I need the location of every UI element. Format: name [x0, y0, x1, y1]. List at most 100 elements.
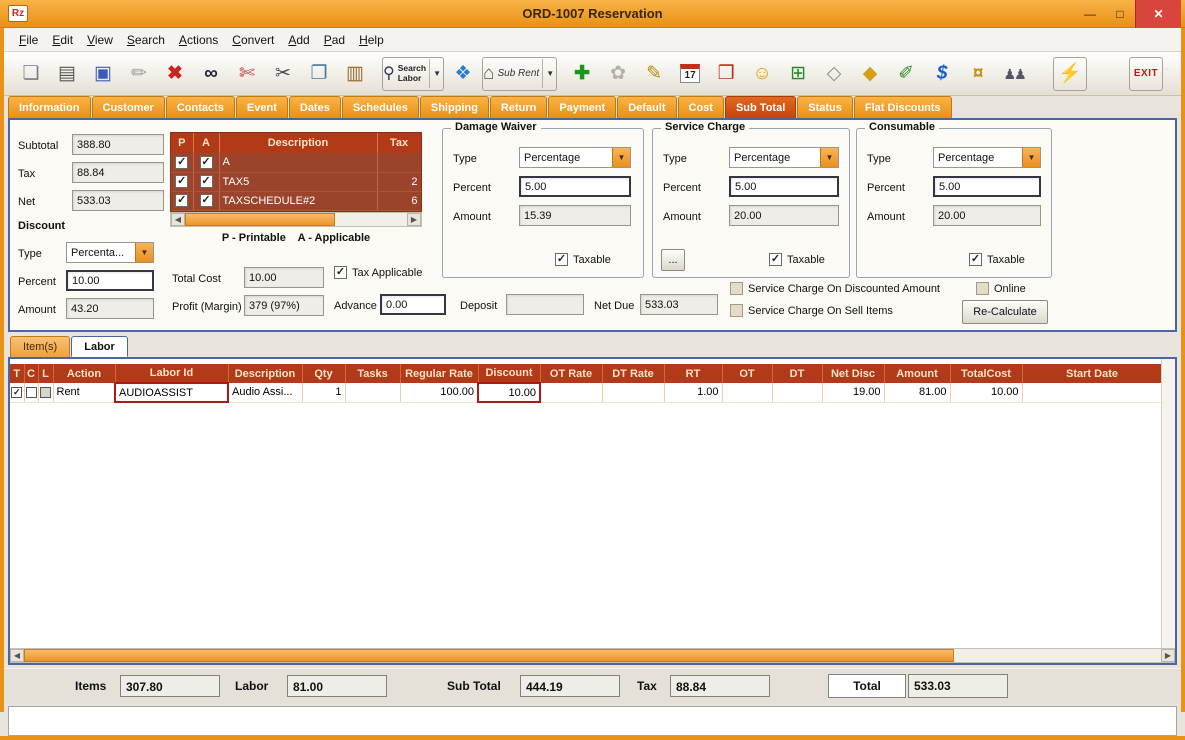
cell-rt[interactable]: 1.00 — [664, 383, 722, 402]
column-header[interactable]: Net Disc — [822, 364, 884, 383]
column-header[interactable]: TotalCost — [950, 364, 1022, 383]
column-header[interactable]: Qty — [302, 364, 345, 383]
column-header[interactable]: OT — [722, 364, 772, 383]
tax-field[interactable]: 88.84 — [72, 162, 164, 183]
table-row[interactable]: ✓ ✓ TAX5 2 — [171, 172, 421, 191]
column-header[interactable]: Start Date — [1022, 364, 1161, 383]
scroll-left-icon[interactable]: ◀ — [171, 213, 185, 226]
chevron-down-icon[interactable]: ▼ — [612, 148, 630, 167]
tab-information[interactable]: Information — [8, 96, 91, 118]
deposit-field[interactable] — [506, 294, 584, 315]
tab-default[interactable]: Default — [617, 96, 676, 118]
cell-regular-rate[interactable]: 100.00 — [400, 383, 478, 402]
minimize-button[interactable]: — — [1075, 0, 1105, 28]
cut-document-button[interactable]: ✄ — [230, 57, 264, 91]
scroll-right-icon[interactable]: ▶ — [407, 213, 421, 226]
damage-waiver-percent-field[interactable]: 5.00 — [519, 176, 631, 197]
torch-button[interactable]: ⚡ — [1053, 57, 1087, 91]
exit-button[interactable]: EXIT — [1129, 57, 1163, 91]
service-charge-percent-field[interactable]: 5.00 — [729, 176, 839, 197]
clover-button[interactable]: ✿ — [601, 57, 635, 91]
discount-percent-field[interactable]: 10.00 — [66, 270, 154, 291]
save-button[interactable]: ▣ — [86, 57, 120, 91]
column-header[interactable]: DT Rate — [602, 364, 664, 383]
items-total-field[interactable]: 307.80 — [120, 675, 220, 697]
tab-dates[interactable]: Dates — [289, 96, 341, 118]
labor-total-field[interactable]: 81.00 — [287, 675, 387, 697]
labor-table[interactable]: T C L Action Labor Id Description Qty Ta… — [10, 364, 1161, 403]
scrollbar-thumb[interactable] — [185, 213, 335, 226]
chevron-down-icon[interactable]: ▼ — [135, 243, 153, 262]
service-charge-sell-items-checkbox[interactable] — [730, 304, 743, 317]
tab-labor[interactable]: Labor — [71, 336, 128, 357]
column-header[interactable]: Description — [219, 133, 377, 153]
tax-value-cell[interactable]: 6 — [377, 191, 421, 210]
cell-labor-id[interactable]: AUDIOASSIST — [115, 383, 228, 402]
printable-checkbox[interactable]: ✓ — [175, 175, 188, 188]
cell-tasks[interactable] — [345, 383, 400, 402]
paste-button[interactable]: ▥ — [338, 57, 372, 91]
menu-search[interactable]: Search — [120, 30, 172, 50]
cell-ot-rate[interactable] — [540, 383, 602, 402]
cell-ot[interactable] — [722, 383, 772, 402]
gold-button[interactable]: ◆ — [853, 57, 887, 91]
chevron-down-icon[interactable]: ▼ — [1022, 148, 1040, 167]
tab-customer[interactable]: Customer — [92, 96, 165, 118]
calendar-button[interactable]: 17 — [673, 57, 707, 91]
dropdown-arrow-icon[interactable]: ▼ — [429, 59, 443, 88]
tab-schedules[interactable]: Schedules — [342, 96, 419, 118]
service-charge-discounted-checkbox[interactable] — [730, 282, 743, 295]
net-field[interactable]: 533.03 — [72, 190, 164, 211]
table-row[interactable]: ✓ Rent AUDIOASSIST Audio Assi... 1 100.0… — [10, 383, 1161, 402]
column-header[interactable]: Tasks — [345, 364, 400, 383]
tab-event[interactable]: Event — [236, 96, 288, 118]
grand-total-field[interactable]: 533.03 — [908, 674, 1008, 698]
people-button[interactable]: ♟♟ — [997, 57, 1031, 91]
column-header[interactable]: Discount — [478, 364, 540, 383]
tax-total-field[interactable]: 88.84 — [670, 675, 770, 697]
tax-description-cell[interactable]: TAX5 — [219, 172, 377, 191]
column-header[interactable]: RT — [664, 364, 722, 383]
total-cost-field[interactable]: 10.00 — [244, 267, 324, 288]
taxable-checkbox[interactable]: ✓ — [769, 253, 782, 266]
smiley-button[interactable]: ☺ — [745, 57, 779, 91]
cell-net-disc[interactable]: 19.00 — [822, 383, 884, 402]
cell-dt[interactable] — [772, 383, 822, 402]
edit-button[interactable]: ✏ — [122, 57, 156, 91]
column-header[interactable]: Description — [228, 364, 302, 383]
coins-button[interactable]: ¤ — [961, 57, 995, 91]
copy-button[interactable]: ❐ — [302, 57, 336, 91]
sub-rent-button[interactable]: ⌂ Sub Rent ▼ — [482, 57, 557, 91]
service-charge-type-combo[interactable]: Percentage▼ — [729, 147, 839, 168]
applicable-checkbox[interactable]: ✓ — [200, 194, 213, 207]
tab-shipping[interactable]: Shipping — [420, 96, 489, 118]
cell-start-date[interactable] — [1022, 383, 1161, 402]
column-header[interactable]: Amount — [884, 364, 950, 383]
subtotal-field[interactable]: 388.80 — [72, 134, 164, 155]
column-header[interactable]: A — [193, 133, 219, 153]
column-header[interactable]: Action — [53, 364, 115, 383]
scrollbar-thumb[interactable] — [24, 649, 954, 662]
gift-button[interactable]: ⊞ — [781, 57, 815, 91]
menu-help[interactable]: Help — [352, 30, 391, 50]
recalculate-button[interactable]: Re-Calculate — [962, 300, 1048, 324]
tab-items[interactable]: Item(s) — [10, 336, 70, 357]
cell-qty[interactable]: 1 — [302, 383, 345, 402]
column-header[interactable]: C — [24, 364, 38, 383]
grid-vscrollbar[interactable] — [1161, 359, 1175, 648]
tax-value-cell[interactable]: 2 — [377, 172, 421, 191]
menu-actions[interactable]: Actions — [172, 30, 225, 50]
cell-dt-rate[interactable] — [602, 383, 664, 402]
close-button[interactable]: ✕ — [1135, 0, 1181, 28]
t-checkbox[interactable]: ✓ — [11, 387, 22, 398]
scroll-left-icon[interactable]: ◀ — [10, 649, 24, 662]
tax-schedule-table[interactable]: P A Description Tax ✓ ✓ A ✓ ✓ TAX5 — [170, 132, 422, 212]
cell-description[interactable]: Audio Assi... — [228, 383, 302, 402]
chevron-down-icon[interactable]: ▼ — [820, 148, 838, 167]
profit-margin-field[interactable]: 379 (97%) — [244, 295, 324, 316]
shapes-button[interactable]: ❖ — [446, 57, 480, 91]
column-header[interactable]: P — [171, 133, 193, 153]
taxable-checkbox[interactable]: ✓ — [555, 253, 568, 266]
edit-green-button[interactable]: ✐ — [889, 57, 923, 91]
tax-description-cell[interactable]: A — [219, 153, 377, 172]
